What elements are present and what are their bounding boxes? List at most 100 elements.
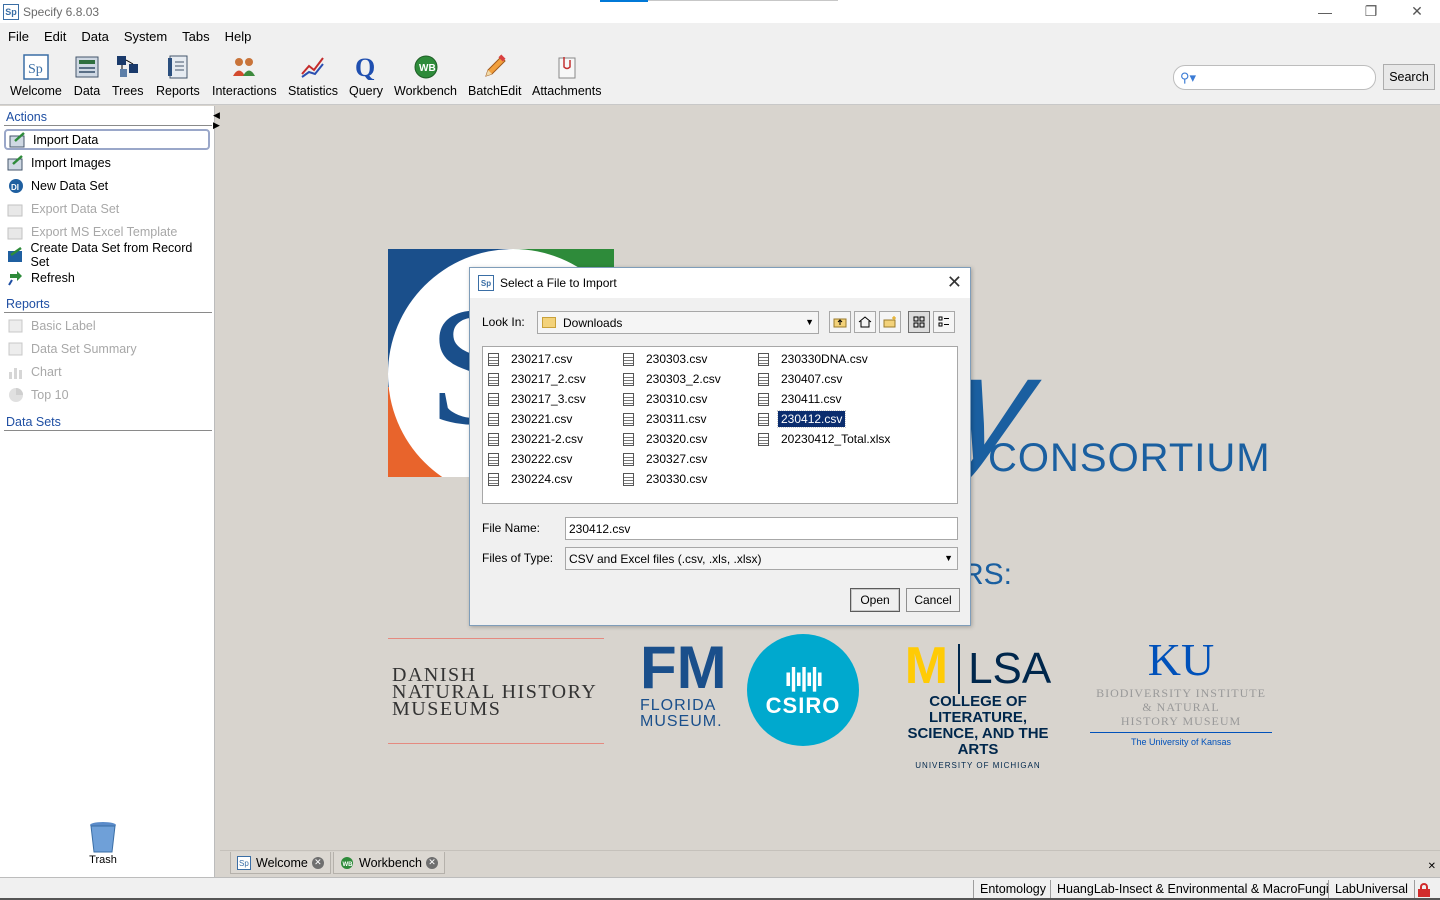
file-icon <box>758 352 769 366</box>
menu-help[interactable]: Help <box>225 29 252 44</box>
action-new-data-set[interactable]: DI New Data Set <box>4 175 210 196</box>
toolbar-statistics[interactable]: Statistics <box>288 53 338 98</box>
action-export-excel-template[interactable]: Export MS Excel Template <box>4 221 210 242</box>
report-basic-label[interactable]: Basic Label <box>4 315 210 336</box>
action-create-data-set-from-record-set[interactable]: Create Data Set from Record Set <box>4 241 210 269</box>
action-refresh[interactable]: Refresh <box>4 267 210 288</box>
menu-data[interactable]: Data <box>81 29 108 44</box>
report-top-10[interactable]: Top 10 <box>4 384 210 405</box>
reports-section-title[interactable]: Reports <box>6 297 50 311</box>
file-item[interactable]: 230311.csv <box>620 410 710 428</box>
file-icon <box>758 432 769 446</box>
file-item[interactable]: 230217_2.csv <box>485 370 589 388</box>
list-view-button[interactable] <box>908 311 930 333</box>
divider <box>4 312 212 313</box>
specify-logo-icon: Sp <box>237 855 251 870</box>
close-tab-icon[interactable]: ✕ <box>426 856 438 869</box>
file-icon <box>488 372 499 386</box>
svg-text:WB: WB <box>343 862 354 868</box>
action-import-data[interactable]: Import Data <box>4 129 210 150</box>
report-data-set-summary[interactable]: Data Set Summary <box>4 338 210 359</box>
file-item[interactable]: 230320.csv <box>620 430 710 448</box>
file-item[interactable]: 230411.csv <box>755 390 845 408</box>
close-window-button[interactable]: ✕ <box>1394 0 1440 23</box>
search-input[interactable]: ⚲▾ <box>1173 65 1376 90</box>
toolbar-workbench[interactable]: WB Workbench <box>394 53 457 98</box>
file-item[interactable]: 230327.csv <box>620 450 710 468</box>
menu-file[interactable]: File <box>8 29 29 44</box>
data-form-icon <box>73 53 101 81</box>
menu-edit[interactable]: Edit <box>44 29 66 44</box>
florida-museum-logo: FM FLORIDA MUSEUM. <box>640 634 727 730</box>
report-chart[interactable]: Chart <box>4 361 210 382</box>
up-folder-button[interactable] <box>829 311 851 333</box>
file-item[interactable]: 230330DNA.csv <box>755 350 871 368</box>
toolbar-trees[interactable]: Trees <box>112 53 144 98</box>
details-view-button[interactable] <box>933 311 955 333</box>
close-tab-icon[interactable]: ✕ <box>311 856 324 869</box>
file-item-selected[interactable]: 230412.csv <box>755 410 847 428</box>
file-icon <box>488 392 499 406</box>
open-button[interactable]: Open <box>850 588 900 612</box>
file-icon <box>623 412 634 426</box>
import-data-icon <box>8 131 28 149</box>
toolbar-data[interactable]: Data <box>73 53 101 98</box>
action-import-images[interactable]: Import Images <box>4 152 210 173</box>
export-template-icon <box>6 223 26 241</box>
tab-workbench[interactable]: WB Workbench ✕ <box>333 852 445 874</box>
action-export-data-set[interactable]: Export Data Set <box>4 198 210 219</box>
toolbar-query[interactable]: Q Query <box>349 53 383 98</box>
file-list: 230217.csv 230217_2.csv 230217_3.csv 230… <box>482 346 958 504</box>
search-button[interactable]: Search <box>1383 64 1435 90</box>
menu-tabs[interactable]: Tabs <box>182 29 209 44</box>
file-item[interactable]: 230310.csv <box>620 390 710 408</box>
menu-bar: File Edit Data System Tabs Help <box>0 23 1440 49</box>
minimize-button[interactable]: — <box>1302 0 1348 23</box>
tab-welcome[interactable]: Sp Welcome ✕ <box>230 852 331 874</box>
title-accent <box>600 0 648 2</box>
look-in-label: Look In: <box>482 315 525 329</box>
look-in-dropdown[interactable]: Downloads ▼ <box>537 311 819 334</box>
new-folder-button[interactable] <box>879 311 901 333</box>
file-item[interactable]: 230217_3.csv <box>485 390 589 408</box>
file-item[interactable]: 230221-2.csv <box>485 430 586 448</box>
data-sets-section-title[interactable]: Data Sets <box>6 415 61 429</box>
toolbar-attachments[interactable]: Attachments <box>532 53 601 98</box>
splitter-arrows[interactable]: ◀ ▶ <box>213 110 220 130</box>
file-icon <box>488 352 499 366</box>
file-icon <box>488 452 499 466</box>
menu-system[interactable]: System <box>124 29 167 44</box>
file-name-field[interactable]: 230412.csv <box>565 517 958 540</box>
file-item[interactable]: 20230412_Total.xlsx <box>755 430 893 448</box>
people-icon <box>230 53 258 81</box>
restore-button[interactable]: ❐ <box>1348 0 1394 23</box>
file-item[interactable]: 230224.csv <box>485 470 575 488</box>
toolbar-batchedit[interactable]: BatchEdit <box>468 53 522 98</box>
toolbar-interactions[interactable]: Interactions <box>212 53 277 98</box>
file-item[interactable]: 230217.csv <box>485 350 575 368</box>
file-item[interactable]: 230222.csv <box>485 450 575 468</box>
file-icon <box>623 372 634 386</box>
actions-section-title[interactable]: Actions <box>6 110 47 124</box>
window-title: Specify 6.8.03 <box>23 4 100 19</box>
file-item[interactable]: 230303_2.csv <box>620 370 724 388</box>
title-accent-line <box>648 0 838 1</box>
file-type-dropdown[interactable]: CSV and Excel files (.csv, .xls, .xlsx) … <box>565 547 958 570</box>
cancel-button[interactable]: Cancel <box>906 588 960 612</box>
chevron-down-icon: ▼ <box>805 317 814 327</box>
summary-icon <box>6 340 26 358</box>
toolbar-reports[interactable]: Reports <box>156 53 200 98</box>
file-item[interactable]: 230407.csv <box>755 370 845 388</box>
trash-can[interactable]: Trash <box>88 820 118 866</box>
lock-button[interactable] <box>1414 880 1436 898</box>
file-item[interactable]: 230330.csv <box>620 470 710 488</box>
trash-icon <box>90 822 116 853</box>
close-all-tabs-icon[interactable]: ✕ <box>1428 861 1436 872</box>
file-item[interactable]: 230221.csv <box>485 410 575 428</box>
toolbar-welcome[interactable]: Sp Welcome <box>10 53 62 98</box>
close-icon[interactable]: ✕ <box>947 272 962 293</box>
file-item[interactable]: 230303.csv <box>620 350 710 368</box>
reports-icon <box>164 53 192 81</box>
home-button[interactable] <box>854 311 876 333</box>
chevron-down-icon: ▼ <box>944 553 953 563</box>
